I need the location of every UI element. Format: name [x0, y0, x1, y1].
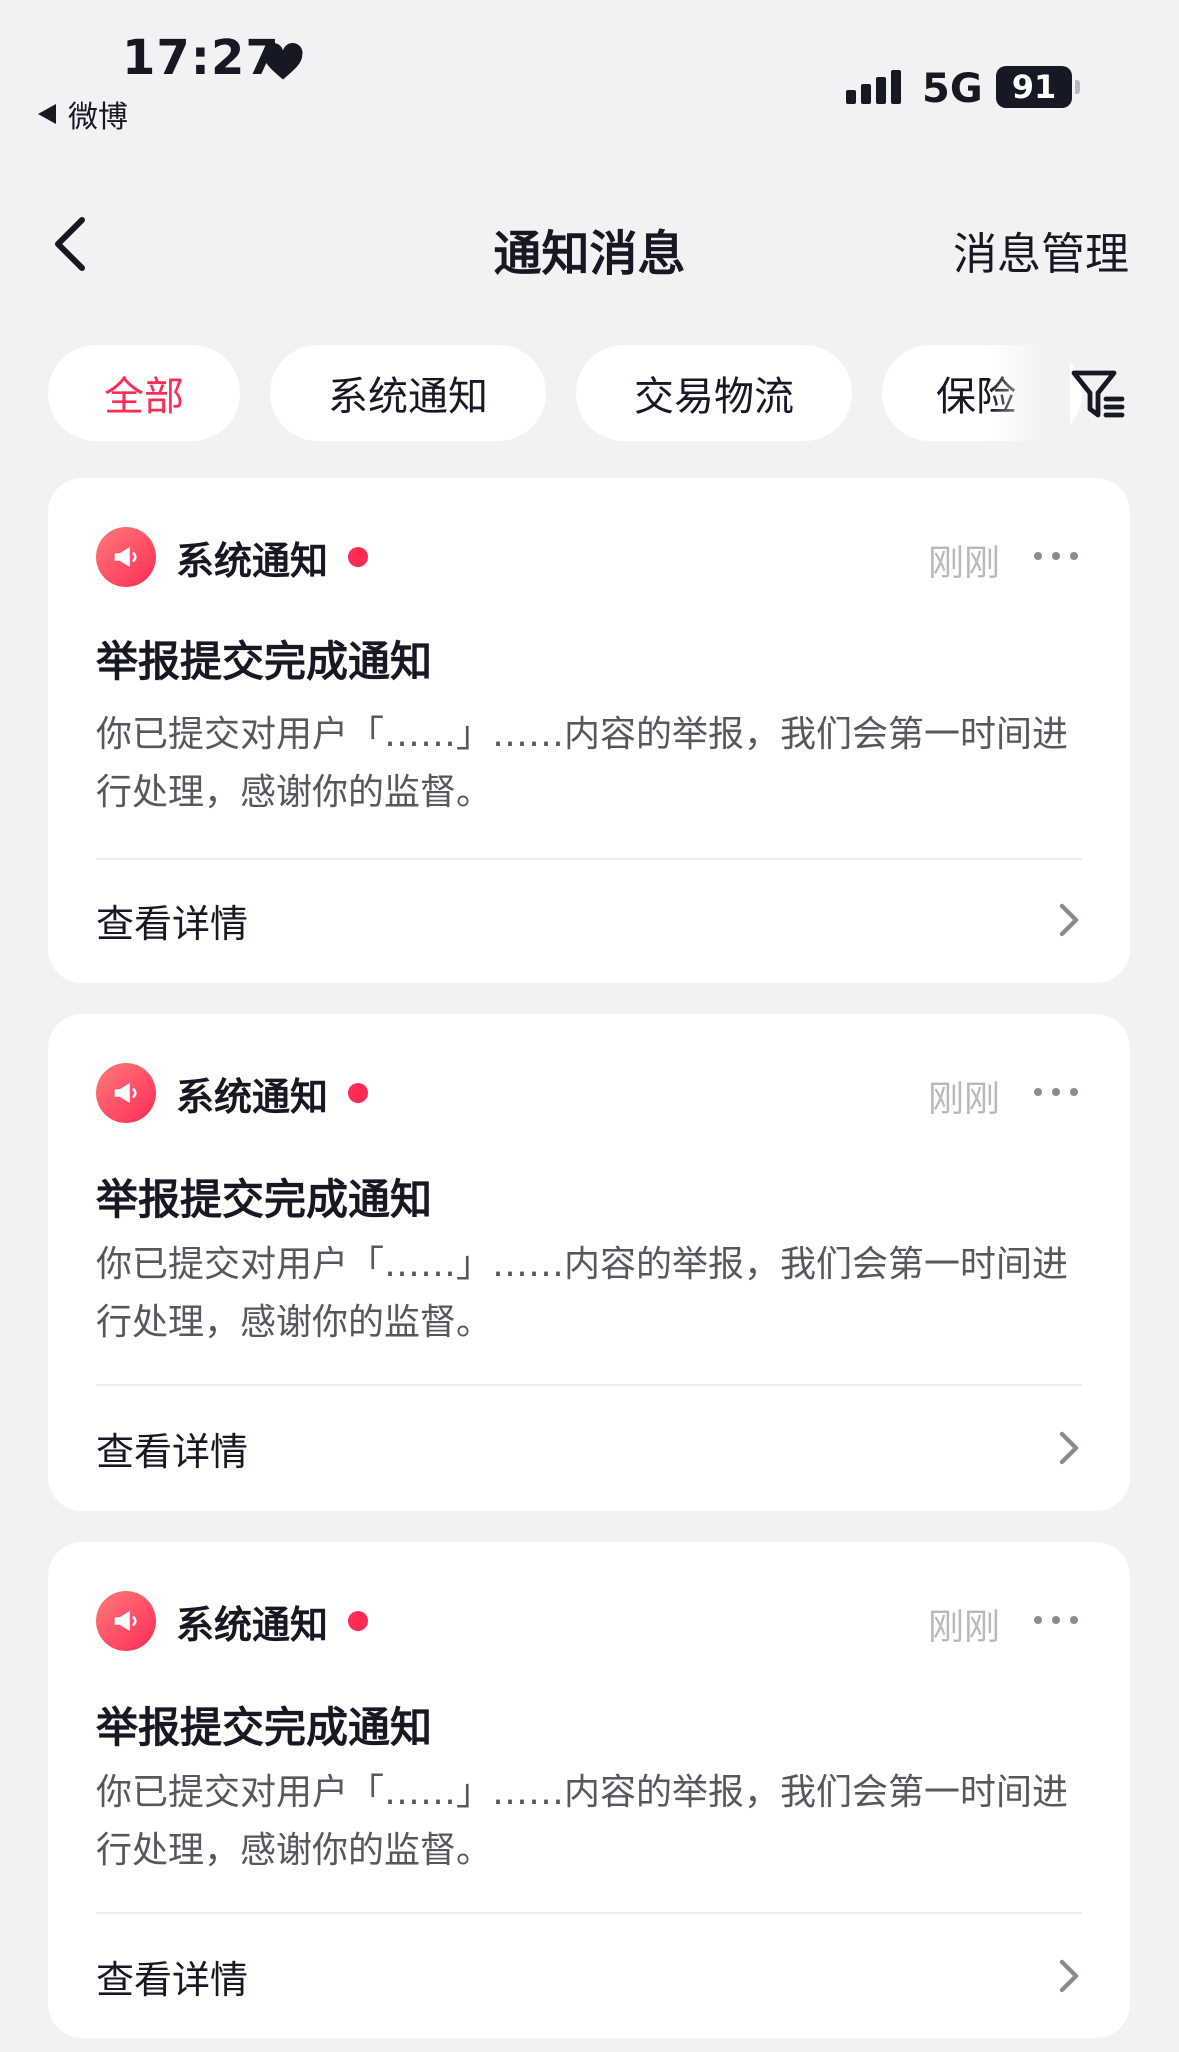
megaphone-icon: [96, 527, 156, 587]
battery-icon: 91: [996, 66, 1080, 108]
back-app-label: 微博: [68, 100, 128, 135]
divider: [96, 1912, 1082, 1914]
notification-body: 你已提交对用户「……」……内容的举报，我们会第一时间进行处理，感谢你的监督。: [96, 1772, 1069, 1871]
megaphone-icon: [96, 1591, 156, 1651]
notification-time: 刚刚: [927, 1607, 1000, 1648]
notification-title: 举报提交完成通知: [96, 1703, 433, 1752]
card-header: 系统通知: [96, 526, 369, 588]
notification-card[interactable]: 系统通知 刚刚 举报提交完成通知 你已提交对用户「……」……内容的举报，我们会第…: [48, 478, 1130, 983]
unread-dot: [348, 1083, 369, 1103]
notification-source: 系统通知: [176, 538, 329, 583]
view-details-row[interactable]: 查看详情: [96, 1408, 1082, 1488]
chevron-right-icon: [1059, 1959, 1079, 1993]
back-to-app-link[interactable]: 微博: [38, 92, 128, 136]
view-details-label: 查看详情: [96, 1957, 249, 2002]
notification-time: 刚刚: [927, 543, 1000, 584]
notification-source: 系统通知: [176, 1074, 329, 1119]
divider: [96, 1384, 1082, 1386]
unread-dot: [348, 1611, 369, 1631]
tab-system-notice[interactable]: 系统通知: [270, 345, 546, 441]
view-details-row[interactable]: 查看详情: [96, 880, 1082, 960]
notification-body: 你已提交对用户「……」……内容的举报，我们会第一时间进行处理，感谢你的监督。: [96, 714, 1069, 813]
more-icon[interactable]: [1034, 1616, 1078, 1626]
divider: [96, 858, 1082, 860]
view-details-label: 查看详情: [96, 901, 249, 946]
card-header: 系统通知: [96, 1062, 369, 1124]
more-icon[interactable]: [1034, 1088, 1078, 1098]
notification-card[interactable]: 系统通知 刚刚 举报提交完成通知 你已提交对用户「……」……内容的举报，我们会第…: [48, 1542, 1130, 2038]
chevron-right-icon: [1059, 903, 1079, 937]
notification-source: 系统通知: [176, 1602, 329, 1647]
signal-icon: [846, 68, 906, 104]
message-management-button[interactable]: 消息管理: [953, 218, 1129, 282]
notification-title: 举报提交完成通知: [96, 637, 433, 686]
status-bar: 17:27 微博 5G 91: [0, 0, 1179, 150]
more-icon[interactable]: [1034, 552, 1078, 562]
nav-bar: 通知消息 消息管理: [0, 200, 1179, 290]
status-time: 17:27: [122, 30, 280, 86]
network-type: 5G: [922, 66, 983, 112]
heart-icon: [263, 42, 303, 80]
tab-fade-overlay: [990, 345, 1070, 441]
back-triangle-icon: [38, 104, 56, 124]
card-header: 系统通知: [96, 1590, 369, 1652]
view-details-row[interactable]: 查看详情: [96, 1936, 1082, 2016]
battery-level: 91: [996, 66, 1072, 108]
megaphone-icon: [96, 1063, 156, 1123]
chevron-right-icon: [1059, 1431, 1079, 1465]
filter-icon[interactable]: [1068, 363, 1128, 423]
tab-trade-logistics[interactable]: 交易物流: [576, 345, 852, 441]
tab-all[interactable]: 全部: [48, 345, 240, 441]
unread-dot: [348, 547, 369, 567]
filter-tabs: 全部 系统通知 交易物流 保险: [0, 345, 1179, 441]
notification-time: 刚刚: [927, 1079, 1000, 1120]
notification-body: 你已提交对用户「……」……内容的举报，我们会第一时间进行处理，感谢你的监督。: [96, 1244, 1069, 1343]
notification-card[interactable]: 系统通知 刚刚 举报提交完成通知 你已提交对用户「……」……内容的举报，我们会第…: [48, 1014, 1130, 1511]
notification-title: 举报提交完成通知: [96, 1175, 433, 1224]
view-details-label: 查看详情: [96, 1429, 249, 1474]
